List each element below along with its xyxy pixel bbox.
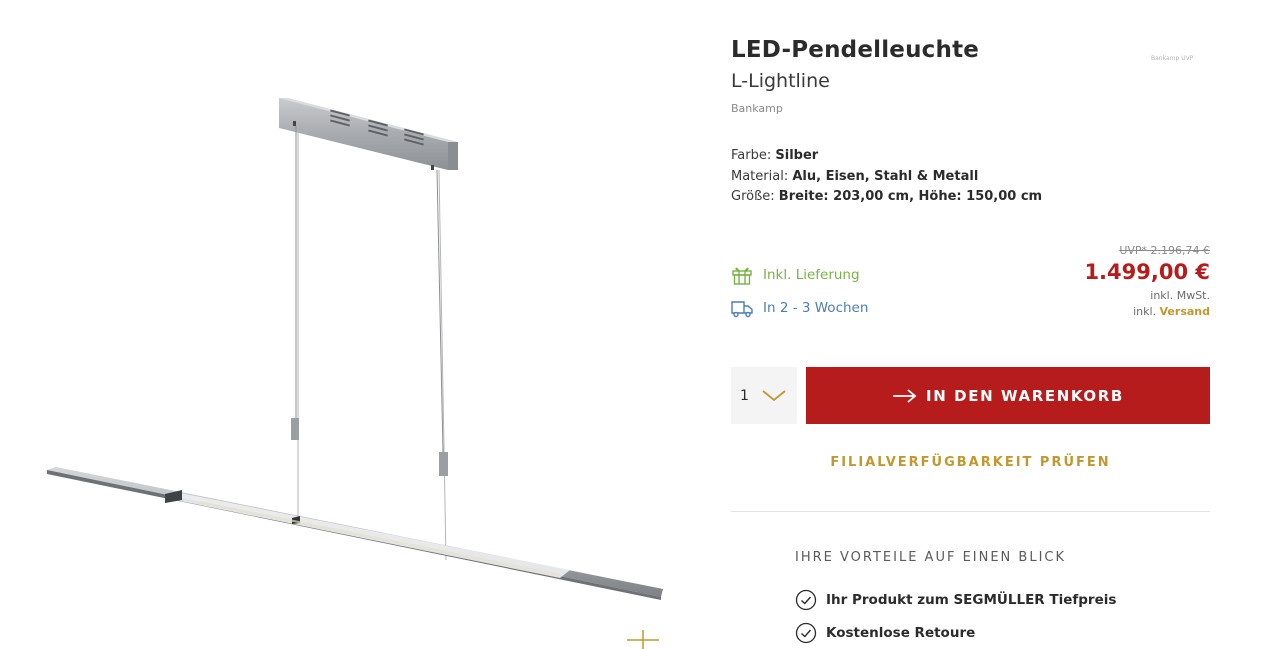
check-circle-icon [795, 589, 817, 611]
product-subtitle: L-Lightline [731, 70, 830, 92]
attribute-value: Silber [775, 148, 819, 163]
shipping-note: inkl. Versand [1133, 305, 1210, 318]
shipping-prefix: inkl. [1133, 305, 1157, 318]
zoom-plus-icon[interactable] [626, 626, 660, 649]
attribute-material: Material: Alu, Eisen, Stahl & Metall [731, 167, 1042, 188]
attribute-size: Größe: Breite: 203,00 cm, Höhe: 150,00 c… [731, 187, 1042, 208]
benefit-item: Kostenlose Retoure [795, 622, 975, 644]
attribute-separator: : [770, 189, 779, 204]
uvp-price: UVP* 2.196,74 € [1119, 244, 1210, 257]
delivery-included: Inkl. Lieferung [731, 264, 860, 286]
divider [731, 511, 1210, 512]
benefit-label: Kostenlose Retoure [826, 625, 976, 641]
delivery-included-label: Inkl. Lieferung [763, 267, 860, 283]
add-to-cart-label: IN DEN WARENKORB [926, 386, 1124, 405]
shipping-link[interactable]: Versand [1160, 305, 1210, 318]
delivery-time: In 2 - 3 Wochen [731, 297, 868, 319]
chevron-down-icon [762, 389, 786, 401]
product-attributes: Farbe: Silber Material: Alu, Eisen, Stah… [731, 146, 1042, 208]
pendant-lamp-image [47, 98, 663, 600]
benefits-title: IHRE VORTEILE AUF EINEN BLICK [795, 550, 1067, 565]
arrow-right-icon [893, 388, 917, 403]
attribute-value: Alu, Eisen, Stahl & Metall [792, 168, 979, 184]
check-circle-icon [795, 622, 817, 644]
product-brand[interactable]: Bankamp [731, 102, 783, 115]
uvp-badge: Bankamp UVP [1151, 55, 1194, 62]
add-to-cart-button[interactable]: IN DEN WARENKORB [806, 367, 1210, 424]
product-info: LED-Pendelleuchte L-Lightline Bankamp Ba… [731, 0, 1210, 649]
product-title: LED-Pendelleuchte [731, 37, 980, 63]
delivery-time-label: In 2 - 3 Wochen [763, 300, 869, 316]
product-image[interactable] [0, 0, 690, 649]
tax-note: inkl. MwSt. [1150, 289, 1210, 302]
product-price: 1.499,00 € [1084, 260, 1210, 284]
benefit-item: Ihr Produkt zum SEGMÜLLER Tiefpreis [795, 589, 1116, 611]
attribute-label: Größe [731, 189, 771, 204]
attribute-label: Farbe [731, 148, 767, 163]
quantity-select[interactable]: 1 [731, 367, 797, 424]
attribute-color: Farbe: Silber [731, 146, 1042, 167]
product-page: LED-Pendelleuchte L-Lightline Bankamp Ba… [0, 0, 1280, 649]
truck-icon [731, 301, 753, 318]
attribute-label: Material [731, 168, 784, 184]
quantity-value: 1 [740, 387, 749, 404]
attribute-value: Breite: 203,00 cm, Höhe: 150,00 cm [778, 189, 1043, 204]
benefit-label: Ihr Produkt zum SEGMÜLLER Tiefpreis [826, 592, 1117, 608]
store-availability-link[interactable]: FILIALVERFÜGBARKEIT PRÜFEN [731, 455, 1210, 470]
gift-icon [732, 267, 752, 285]
